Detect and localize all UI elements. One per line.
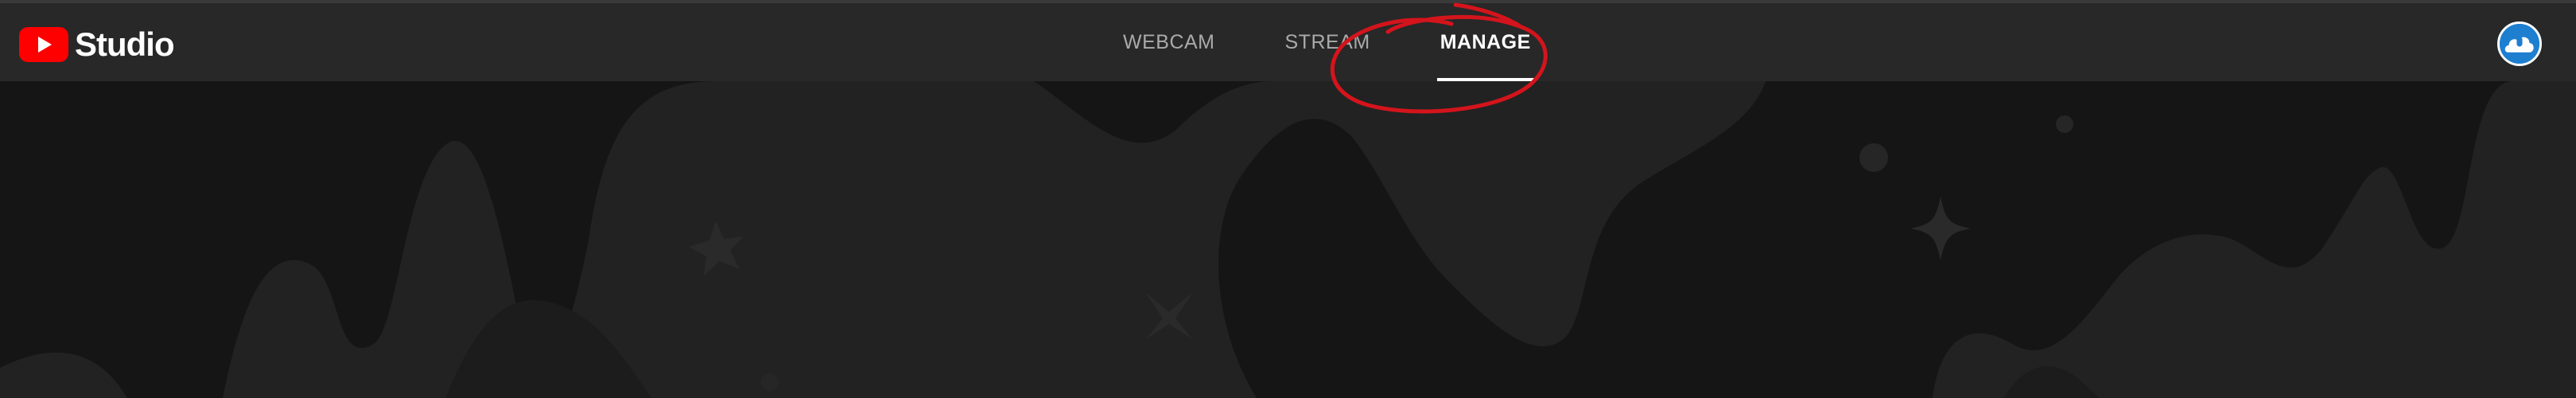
tab-stream[interactable]: STREAM [1250, 3, 1405, 81]
tab-webcam[interactable]: WEBCAM [1088, 3, 1250, 81]
live-control-room: Studio WEBCAM STREAM MANAGE [0, 0, 2576, 398]
tab-label: WEBCAM [1123, 30, 1215, 53]
tab-manage[interactable]: MANAGE [1405, 3, 1566, 81]
top-bar: Studio WEBCAM STREAM MANAGE [0, 0, 2576, 81]
avatar-mic [2516, 37, 2523, 47]
background-dot [1859, 143, 1888, 172]
background-dot [2056, 115, 2073, 133]
cloud-avatar-icon [2500, 24, 2539, 64]
background-dot [761, 373, 779, 391]
studio-logo[interactable]: Studio [19, 25, 175, 63]
tab-label: STREAM [1284, 30, 1370, 53]
tab-bar: WEBCAM STREAM MANAGE [1088, 3, 1566, 81]
brand-name: Studio [75, 25, 175, 63]
youtube-play-icon [19, 27, 68, 62]
tab-label: MANAGE [1440, 30, 1531, 53]
account-avatar-button[interactable] [2497, 21, 2542, 66]
decorative-background [0, 81, 2576, 398]
